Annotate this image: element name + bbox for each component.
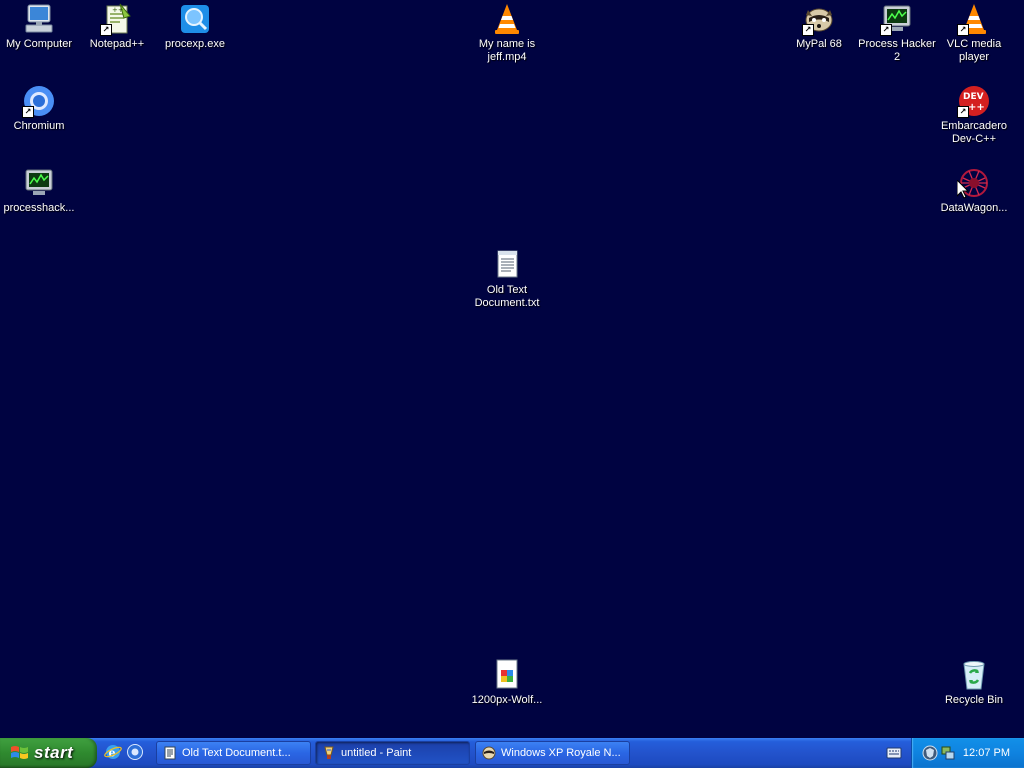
devcpp-icon: DEV ++ ↗ bbox=[957, 84, 991, 118]
desktop: My Computer ++ ↗ Notepad++ procexp.exe M… bbox=[0, 0, 1024, 738]
old-text-document-desktop-icon[interactable]: Old Text Document.txt bbox=[468, 248, 546, 310]
my-name-is-jeff-label-line1: My name is bbox=[478, 38, 536, 50]
windows-flag-icon bbox=[11, 746, 28, 759]
task-label: Windows XP Royale N... bbox=[501, 747, 621, 759]
my-computer-desktop-icon[interactable]: My Computer bbox=[0, 2, 78, 51]
keyboard-icon[interactable] bbox=[886, 746, 902, 760]
embarcadero-label-line1: Embarcadero bbox=[940, 120, 1008, 132]
vlc-desktop-icon[interactable]: ↗ VLC media player bbox=[935, 2, 1013, 64]
shortcut-arrow-icon: ↗ bbox=[802, 24, 814, 36]
wolf-image-label: 1200px-Wolf... bbox=[471, 694, 543, 706]
shortcut-arrow-icon: ↗ bbox=[880, 24, 892, 36]
notepadpp-desktop-icon[interactable]: ++ ↗ Notepad++ bbox=[78, 2, 156, 51]
task-label: untitled - Paint bbox=[341, 747, 412, 759]
internet-explorer-icon[interactable]: e bbox=[104, 743, 122, 761]
start-button[interactable]: start bbox=[0, 738, 97, 768]
procexp-label: procexp.exe bbox=[165, 38, 225, 50]
text-file-icon bbox=[490, 248, 524, 282]
vlc-label-line1: VLC media bbox=[946, 38, 1002, 50]
image-file-icon bbox=[490, 658, 524, 692]
notepadpp-icon: ++ ↗ bbox=[100, 2, 134, 36]
svg-text:DEV: DEV bbox=[963, 92, 984, 102]
old-text-document-label-line2: Document.txt bbox=[474, 297, 540, 309]
taskbar-button-paint[interactable]: untitled - Paint bbox=[315, 741, 470, 765]
network-icon[interactable] bbox=[940, 745, 956, 761]
my-name-is-jeff-desktop-icon[interactable]: My name is jeff.mp4 bbox=[468, 2, 546, 64]
processhack-label: processhack... bbox=[3, 202, 75, 214]
recycle-bin-icon bbox=[957, 658, 991, 692]
mouse-cursor-icon bbox=[957, 180, 969, 199]
monitor-graph-icon bbox=[22, 166, 56, 200]
wolf-image-desktop-icon[interactable]: 1200px-Wolf... bbox=[468, 658, 546, 707]
magnifier-icon bbox=[178, 2, 212, 36]
embarcadero-devcpp-desktop-icon[interactable]: DEV ++ ↗ Embarcadero Dev-C++ bbox=[935, 84, 1013, 146]
old-text-document-label-line1: Old Text bbox=[486, 284, 528, 296]
embarcadero-label-line2: Dev-C++ bbox=[951, 133, 997, 145]
shortcut-arrow-icon: ↗ bbox=[22, 106, 34, 118]
mypal-label: MyPal 68 bbox=[796, 38, 842, 50]
quick-launch-bar: e bbox=[104, 743, 144, 763]
vlc-cone-icon: ↗ bbox=[957, 2, 991, 36]
procexp-desktop-icon[interactable]: procexp.exe bbox=[156, 2, 234, 51]
svg-text:++: ++ bbox=[968, 102, 985, 113]
chromium-icon: ↗ bbox=[22, 84, 56, 118]
raccoon-icon: ↗ bbox=[802, 2, 836, 36]
taskbar-button-old-text-document[interactable]: Old Text Document.t... bbox=[156, 741, 311, 765]
shortcut-arrow-icon: ↗ bbox=[957, 106, 969, 118]
processhacker-installer-desktop-icon[interactable]: processhack... bbox=[0, 166, 78, 215]
browser-icon bbox=[482, 746, 496, 760]
process-hacker-label-line1: Process Hacker bbox=[858, 38, 936, 50]
vlc-label-line2: player bbox=[959, 51, 989, 63]
datawagon-desktop-icon[interactable]: DataWagon... bbox=[935, 166, 1013, 215]
shortcut-arrow-icon: ↗ bbox=[100, 24, 112, 36]
datawagon-label: DataWagon... bbox=[940, 202, 1008, 214]
paint-icon bbox=[324, 746, 334, 759]
start-label: start bbox=[34, 743, 74, 762]
svg-text:++: ++ bbox=[112, 6, 124, 14]
process-hacker-label-line2: 2 bbox=[893, 51, 901, 63]
chromium-desktop-icon[interactable]: ↗ Chromium bbox=[0, 84, 78, 133]
taskbar-button-windows-xp-royale[interactable]: Windows XP Royale N... bbox=[475, 741, 630, 765]
shortcut-arrow-icon: ↗ bbox=[957, 24, 969, 36]
clock[interactable]: 12:07 PM bbox=[963, 747, 1010, 759]
task-label: Old Text Document.t... bbox=[182, 747, 291, 759]
monitor-graph-icon: ↗ bbox=[880, 2, 914, 36]
vlc-cone-icon bbox=[490, 2, 524, 36]
notepadpp-label: Notepad++ bbox=[89, 38, 145, 50]
my-computer-label: My Computer bbox=[5, 38, 73, 50]
computer-icon bbox=[22, 2, 56, 36]
taskbar: start e Old Text Document.t... untitled … bbox=[0, 738, 1024, 768]
browser-quick-launch-icon[interactable] bbox=[126, 743, 144, 761]
shield-icon[interactable] bbox=[922, 745, 938, 761]
mypal-desktop-icon[interactable]: ↗ MyPal 68 bbox=[780, 2, 858, 51]
system-tray: 12:07 PM bbox=[911, 738, 1024, 768]
recycle-bin-label: Recycle Bin bbox=[944, 694, 1004, 706]
chromium-label: Chromium bbox=[13, 120, 65, 132]
my-name-is-jeff-label-line2: jeff.mp4 bbox=[487, 51, 527, 63]
process-hacker-desktop-icon[interactable]: ↗ Process Hacker 2 bbox=[858, 2, 936, 64]
notepad-icon bbox=[164, 746, 176, 760]
recycle-bin-desktop-icon[interactable]: Recycle Bin bbox=[935, 658, 1013, 707]
